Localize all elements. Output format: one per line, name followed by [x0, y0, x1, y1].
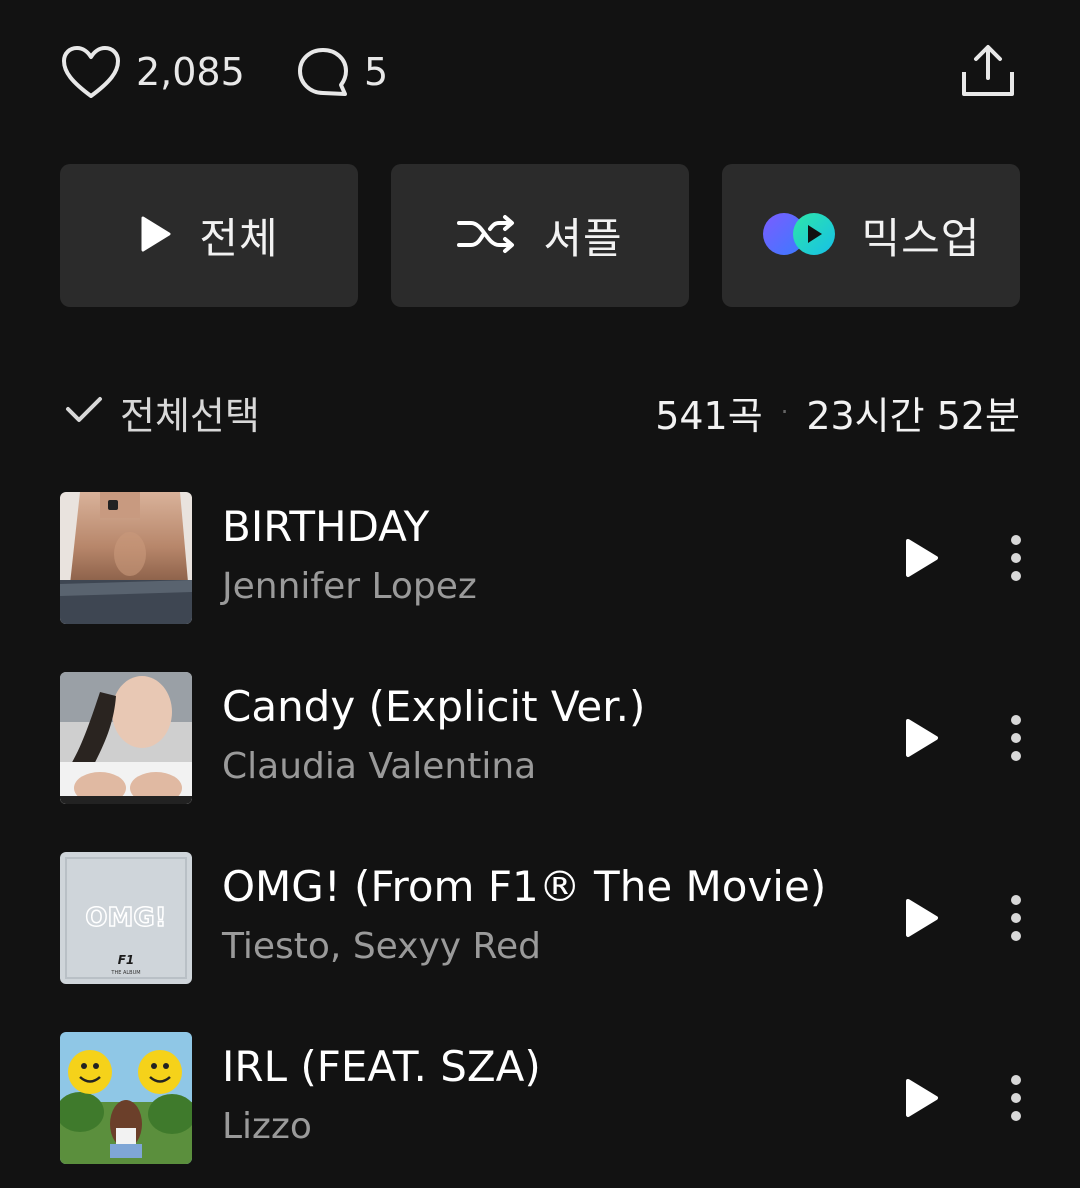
total-duration: 23시간 52분: [806, 393, 1020, 438]
more-vertical-icon: [1010, 714, 1022, 766]
track-artist: Claudia Valentina: [222, 746, 537, 787]
mixup-button[interactable]: 믹스업: [722, 164, 1020, 307]
playlist-summary: 541곡 · 23시간 52분: [655, 380, 1020, 444]
album-art: [60, 492, 192, 624]
play-all-button[interactable]: 전체: [60, 164, 358, 307]
comment-count: 5: [364, 50, 389, 94]
play-icon: [904, 1077, 940, 1123]
stats-bar: 2,085 5: [0, 0, 1080, 140]
album-art: [60, 672, 192, 804]
comment-button[interactable]: 5: [296, 40, 388, 104]
track-play-button[interactable]: [900, 536, 944, 584]
track-artist: Tiesto, Sexyy Red: [222, 926, 541, 967]
selection-row: 전체선택 541곡 · 23시간 52분: [60, 380, 1020, 444]
track-play-button[interactable]: [900, 716, 944, 764]
track-artist: Lizzo: [222, 1106, 312, 1147]
track-play-button[interactable]: [900, 1076, 944, 1124]
mixup-label: 믹스업: [861, 214, 981, 263]
like-count: 2,085: [136, 50, 245, 94]
like-button[interactable]: 2,085: [60, 40, 245, 104]
track-artist: Jennifer Lopez: [222, 566, 477, 607]
track-row[interactable]: BIRTHDAY Jennifer Lopez: [0, 492, 1080, 626]
shuffle-icon: [457, 214, 517, 258]
track-more-button[interactable]: [996, 1072, 1036, 1128]
track-count: 541곡: [655, 393, 763, 438]
track-title: IRL (FEAT. SZA): [222, 1042, 541, 1091]
track-row[interactable]: Candy (Explicit Ver.) Claudia Valentina: [0, 672, 1080, 806]
share-button[interactable]: [956, 40, 1020, 104]
album-art-f1-text: F1: [118, 953, 135, 967]
comment-icon: [296, 45, 350, 99]
more-vertical-icon: [1010, 534, 1022, 586]
track-play-button[interactable]: [900, 896, 944, 944]
album-art-omg-text: OMG!: [85, 903, 166, 933]
album-art: OMG! F1 THE ALBUM: [60, 852, 192, 984]
album-art: [60, 1032, 192, 1164]
track-row[interactable]: OMG! F1 THE ALBUM OMG! (From F1® The Mov…: [0, 852, 1080, 986]
heart-icon: [60, 44, 122, 100]
play-icon: [904, 897, 940, 943]
track-more-button[interactable]: [996, 532, 1036, 588]
checkmark-icon: [64, 395, 104, 429]
album-art-album-text: THE ALBUM: [110, 970, 140, 976]
more-vertical-icon: [1010, 894, 1022, 946]
play-icon: [904, 537, 940, 583]
track-title: OMG! (From F1® The Movie): [222, 862, 827, 911]
shuffle-button[interactable]: 셔플: [391, 164, 689, 307]
summary-separator: ·: [780, 398, 789, 426]
more-vertical-icon: [1010, 1074, 1022, 1126]
select-all-label: 전체선택: [120, 393, 260, 438]
share-icon: [960, 42, 1016, 102]
shuffle-label: 셔플: [543, 214, 623, 263]
track-row[interactable]: IRL (FEAT. SZA) Lizzo: [0, 1032, 1080, 1166]
track-title: BIRTHDAY: [222, 502, 430, 551]
track-more-button[interactable]: [996, 712, 1036, 768]
action-row: 전체 셔플 믹스업: [60, 164, 1020, 307]
play-all-label: 전체: [199, 214, 279, 263]
track-more-button[interactable]: [996, 892, 1036, 948]
track-title: Candy (Explicit Ver.): [222, 682, 646, 731]
play-icon: [139, 214, 173, 258]
mixup-icon: [762, 211, 836, 261]
select-all-button[interactable]: 전체선택: [64, 380, 260, 444]
play-icon: [904, 717, 940, 763]
